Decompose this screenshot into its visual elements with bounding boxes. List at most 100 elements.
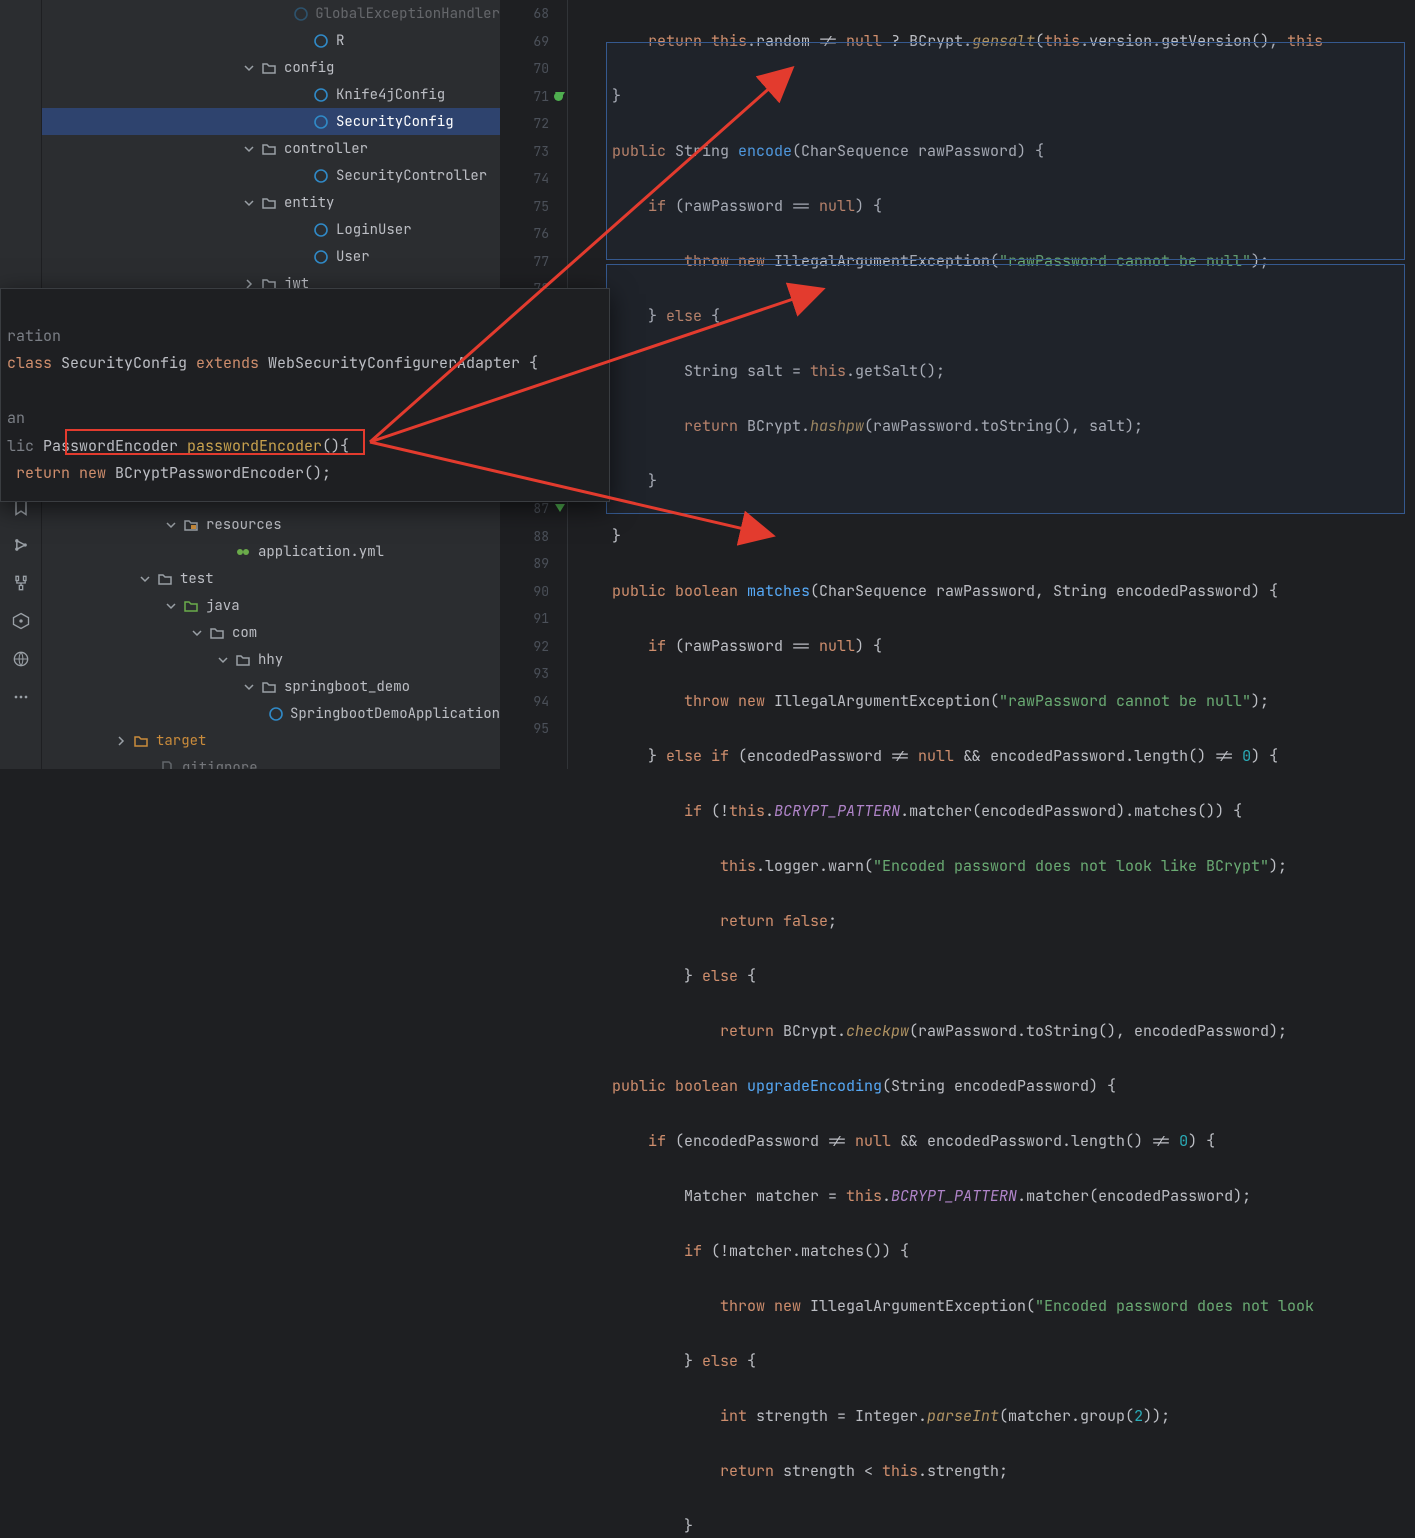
tree-item-java[interactable]: java [42,592,500,619]
code-line: } [576,468,1415,496]
services-icon[interactable] [9,609,33,633]
tree-item-securityconfig[interactable]: SecurityConfig [42,108,500,135]
code-text: if [576,636,666,656]
chevron-down-icon[interactable] [214,651,232,669]
line-number: 70 [500,55,567,83]
code-popup[interactable]: ration class SecurityConfig extends WebS… [0,288,610,502]
code-text: (rawPassword == [666,196,819,216]
chevron-down-icon[interactable] [240,140,258,158]
code-text: 0 [1242,746,1251,766]
class-icon [312,113,330,131]
line-number: 73 [500,138,567,166]
line-number: 75 [500,193,567,221]
code-text: 2 [1134,1406,1143,1426]
tree-item-config[interactable]: config [42,54,500,81]
code-text: && encodedPassword.length() != [891,1131,1179,1151]
code-text: (encodedPassword != [729,746,918,766]
code-text: { [738,966,756,986]
git-icon[interactable] [9,533,33,557]
code-text: .getSalt(); [846,361,945,381]
code-text: .matcher(encodedPassword); [1017,1186,1251,1206]
tree-item-entity[interactable]: entity [42,189,500,216]
chevron-down-icon[interactable] [162,516,180,534]
code-text: { [738,1351,756,1371]
code-text: strength = Integer. [747,1406,927,1426]
code-text: PasswordEncoder [34,436,187,456]
tree-label: resources [206,516,282,534]
tree-item-sbd[interactable]: springboot_demo [42,673,500,700]
code-text: { [702,306,720,326]
class-icon [292,5,309,23]
code-text: BCRYPT_PATTERN [891,1186,1017,1206]
code-text: (matcher.group( [999,1406,1134,1426]
tree-item-resources[interactable]: resources [42,511,500,538]
web-icon[interactable] [9,647,33,671]
tree-item-target[interactable]: target [42,727,500,754]
tree-label: springboot_demo [284,678,410,696]
code-text: ? BCrypt. [882,31,972,51]
code-text: ) { [1251,746,1278,766]
chevron-down-icon[interactable] [188,624,206,642]
tree-label: entity [284,194,334,212]
code-text: null [819,196,855,216]
yaml-icon [234,543,252,561]
tree-item-globalexcept[interactable]: GlobalExceptionHandler [42,0,500,27]
code-text: IllegalArgumentException( [765,251,999,271]
code-text: else [702,1351,738,1371]
code-text: else [702,966,738,986]
code-text: "rawPassword cannot be null" [999,251,1251,271]
tree-item-sbdapp[interactable]: SpringbootDemoApplication [42,700,500,727]
tree-item-r[interactable]: R [42,27,500,54]
tree-item-com[interactable]: com [42,619,500,646]
tree-label: SecurityConfig [336,113,454,131]
chevron-right-icon[interactable] [112,732,130,750]
code-text: int [576,1406,747,1426]
code-text: "rawPassword cannot be null" [999,691,1251,711]
chevron-down-icon[interactable] [136,570,154,588]
code-area[interactable]: return this.random != null ? BCrypt.gens… [568,0,1415,769]
tree-item-appyml[interactable]: application.yml [42,538,500,565]
tree-label: test [180,570,214,588]
code-editor[interactable]: 68 69 70 71 72 73 74 75 76 77 78 87 88 8… [500,0,1415,769]
code-text: SecurityConfig [52,353,196,373]
tree-item-hhy[interactable]: hhy [42,646,500,673]
structure-icon[interactable] [9,571,33,595]
code-text: public boolean [576,581,738,601]
code-text: (CharSequence rawPassword) { [792,141,1044,161]
code-text: this [1287,31,1323,51]
folder-icon [208,624,226,642]
tree-item-user[interactable]: User [42,243,500,270]
code-text: ; [828,911,837,931]
tree-item-test[interactable]: test [42,565,500,592]
chevron-down-icon[interactable] [240,194,258,212]
code-text [738,1076,747,1096]
line-number: 88 [500,523,567,551]
chevron-down-icon[interactable] [240,678,258,696]
code-text: return [576,1021,774,1041]
tree-item-gitignore[interactable]: gitignore [42,754,500,769]
code-text [738,581,747,601]
class-icon [312,32,330,50]
code-text: null [855,1131,891,1151]
more-icon[interactable] [9,685,33,709]
line-number: 92 [500,633,567,661]
folder-icon [156,570,174,588]
tree-label: LoginUser [336,221,412,239]
chevron-down-icon[interactable] [162,597,180,615]
tree-label: GlobalExceptionHandler [315,5,500,23]
code-text: ); [1251,251,1269,271]
code-text: BCrypt. [738,416,810,436]
tree-item-knife4j[interactable]: Knife4jConfig [42,81,500,108]
code-text: String [666,141,738,161]
tree-item-loginuser[interactable]: LoginUser [42,216,500,243]
chevron-down-icon[interactable] [240,59,258,77]
tree-item-controller[interactable]: controller [42,135,500,162]
code-text: else [666,306,702,326]
code-text: .strength; [918,1461,1008,1481]
tree-item-securitycontroller[interactable]: SecurityController [42,162,500,189]
folder-icon [260,678,278,696]
code-text: class [7,353,52,373]
code-text: extends [196,353,259,373]
tree-label: User [336,248,370,266]
line-number: 72 [500,110,567,138]
